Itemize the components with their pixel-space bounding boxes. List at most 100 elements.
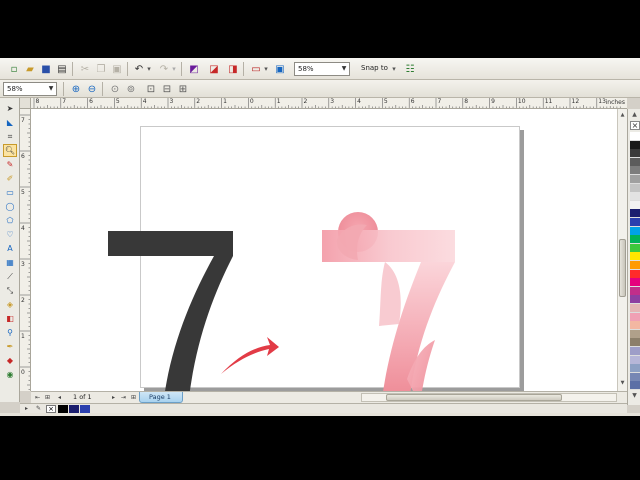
first-page-icon[interactable]: ⇤ [33, 393, 42, 402]
toolbox: ➤ ◣ ⌗ 🔍︎ ✎ ✐ ▭ ◯ ⬠ ♡ A ▦ ⟋ ⤡ ◈ ◧ ⚲ ✒ ◆ ◉ [0, 98, 20, 402]
next-page-icon[interactable]: ▸ [109, 393, 118, 402]
page-navigator: ⇤ ⊞ ◂ 1 of 1 ▸ ⇥ ⊞ Page 1 [31, 391, 627, 403]
status-bar [0, 413, 640, 416]
interactive-fill-icon[interactable]: ◉ [3, 368, 17, 381]
rectangle-tool-icon[interactable]: ▭ [3, 186, 17, 199]
palette-scroll-up-icon[interactable]: ▲ [630, 110, 639, 119]
dimension-tool-icon[interactable]: ⟋ [3, 270, 17, 283]
launcher-dropdown-icon[interactable]: ▾ [262, 61, 270, 77]
ruler-h-label: 9 [491, 98, 495, 105]
prev-page-icon[interactable]: ◂ [55, 393, 64, 402]
doc-palette-swatch[interactable] [69, 405, 79, 413]
dark-seven-shape[interactable] [108, 231, 233, 391]
zoom-tool-icon[interactable]: 🔍︎ [3, 144, 17, 157]
zoom-height-icon[interactable]: ⊞ [175, 81, 191, 97]
ruler-h-label: 3 [330, 98, 335, 105]
coreldraw-window: ▫ ▰ ■ ▤ ✂ ❐ ▣ ↶ ▾ ↷ ▾ ◩ ◪ ◨ ▭ ▾ ▣ 58% ▼ … [0, 58, 640, 416]
options-icon[interactable]: ☷ [402, 61, 418, 77]
add-page-after-icon[interactable]: ⊞ [129, 393, 138, 402]
fill-tool-icon[interactable]: ◆ [3, 354, 17, 367]
vertical-ruler[interactable]: 7 6 5 4 3 2 1 0 [20, 109, 31, 391]
doc-palette-arrow-icon[interactable]: ▸ [22, 404, 31, 413]
zoom-width-icon[interactable]: ⊟ [159, 81, 175, 97]
ruler-v-label: 2 [21, 297, 25, 304]
export-icon[interactable]: ◪ [206, 61, 222, 77]
artwork [108, 212, 455, 391]
ruler-h-label: 5 [383, 98, 388, 105]
artistic-media-icon[interactable]: ✐ [3, 172, 17, 185]
drawing-canvas[interactable] [31, 109, 617, 391]
no-color-swatch[interactable]: ⨯ [630, 121, 640, 130]
horizontal-scrollbar[interactable] [361, 393, 617, 402]
zoom-level-value: 58% [7, 85, 23, 93]
paste-icon[interactable]: ▣ [109, 61, 125, 77]
zoom-dropdown-icon[interactable]: ▼ [339, 63, 349, 75]
doc-palette-swatch[interactable] [80, 405, 90, 413]
ellipse-tool-icon[interactable]: ◯ [3, 200, 17, 213]
ruler-h-label: 8 [464, 98, 469, 105]
zoom-level-dropdown-icon[interactable]: ▼ [46, 83, 56, 95]
page-tab[interactable]: Page 1 [139, 392, 183, 403]
scroll-up-icon[interactable]: ▲ [618, 111, 627, 120]
full-screen-icon[interactable]: ▣ [272, 61, 288, 77]
ruler-h-label: 2 [303, 98, 308, 105]
zoom-all-icon[interactable]: ⊚ [123, 81, 139, 97]
polygon-tool-icon[interactable]: ⬠ [3, 214, 17, 227]
copy-icon[interactable]: ❐ [93, 61, 109, 77]
table-tool-icon[interactable]: ▦ [3, 256, 17, 269]
ruler-h-label: 1 [223, 98, 227, 105]
zoom-in-icon[interactable]: ⊕ [68, 81, 84, 97]
basic-shapes-icon[interactable]: ♡ [3, 228, 17, 241]
ruler-v-label: 6 [21, 153, 25, 160]
vertical-scroll-thumb[interactable] [619, 239, 626, 297]
transparency-tool-icon[interactable]: ◧ [3, 312, 17, 325]
connector-tool-icon[interactable]: ⤡ [3, 284, 17, 297]
export-alt-icon[interactable]: ◨ [225, 61, 241, 77]
outline-tool-icon[interactable]: ✒ [3, 340, 17, 353]
shape-tool-icon[interactable]: ◣ [3, 116, 17, 129]
crop-tool-icon[interactable]: ⌗ [3, 130, 17, 143]
eyedropper-tool-icon[interactable]: ⚲ [3, 326, 17, 339]
horizontal-ruler[interactable]: 8 7 6 5 4 3 2 1 0 1 2 3 4 5 6 7 8 9 10 11 12 13 inches [31, 98, 627, 109]
zoom-out-icon[interactable]: ⊖ [84, 81, 100, 97]
ruler-h-ticks [33, 98, 621, 108]
ruler-h-label: 11 [544, 98, 553, 105]
doc-palette-swatch[interactable] [58, 405, 68, 413]
snap-dropdown-icon[interactable]: ▾ [390, 61, 398, 77]
ruler-v-label: 4 [21, 225, 25, 232]
ruler-v-label: 5 [21, 189, 25, 196]
ruler-v-ticks [20, 114, 30, 390]
horizontal-scroll-thumb[interactable] [386, 394, 562, 401]
undo-dropdown-icon[interactable]: ▾ [145, 61, 153, 77]
pick-tool-icon[interactable]: ➤ [3, 102, 17, 115]
freehand-tool-icon[interactable]: ✎ [3, 158, 17, 171]
doc-no-color-swatch[interactable]: ⨯ [46, 405, 56, 413]
vertical-scrollbar[interactable]: ▲ ▼ [617, 109, 627, 391]
zoom-combo[interactable]: 58% ▼ [294, 62, 350, 76]
zoom-level-combo[interactable]: 58% ▼ [3, 82, 57, 96]
palette-scroll-down-icon[interactable]: ▼ [630, 391, 639, 400]
document-palette: ▸ ✎ ⨯ [20, 403, 627, 413]
redo-dropdown-icon[interactable]: ▾ [170, 61, 178, 77]
palette-swatch[interactable] [630, 381, 640, 391]
new-icon[interactable]: ▫ [6, 61, 22, 77]
pink-seven-shape[interactable] [322, 212, 455, 391]
import-icon[interactable]: ◩ [186, 61, 202, 77]
ruler-h-label: 7 [437, 98, 442, 105]
scroll-down-icon[interactable]: ▼ [618, 379, 627, 388]
ruler-h-label: 6 [89, 98, 93, 105]
cut-icon[interactable]: ✂ [77, 61, 93, 77]
ruler-h-label: 3 [169, 98, 174, 105]
zoom-page-icon[interactable]: ⊡ [143, 81, 159, 97]
open-icon[interactable]: ▰ [22, 61, 38, 77]
text-tool-icon[interactable]: A [3, 242, 17, 255]
print-icon[interactable]: ▤ [54, 61, 70, 77]
eyedropper-icon[interactable]: ✎ [34, 404, 43, 413]
snap-to-label[interactable]: Snap to [361, 64, 388, 72]
ruler-origin[interactable] [20, 98, 31, 109]
blend-tool-icon[interactable]: ◈ [3, 298, 17, 311]
zoom-selected-icon[interactable]: ⊙ [107, 81, 123, 97]
save-icon[interactable]: ■ [38, 61, 54, 77]
add-page-before-icon[interactable]: ⊞ [43, 393, 52, 402]
last-page-icon[interactable]: ⇥ [119, 393, 128, 402]
